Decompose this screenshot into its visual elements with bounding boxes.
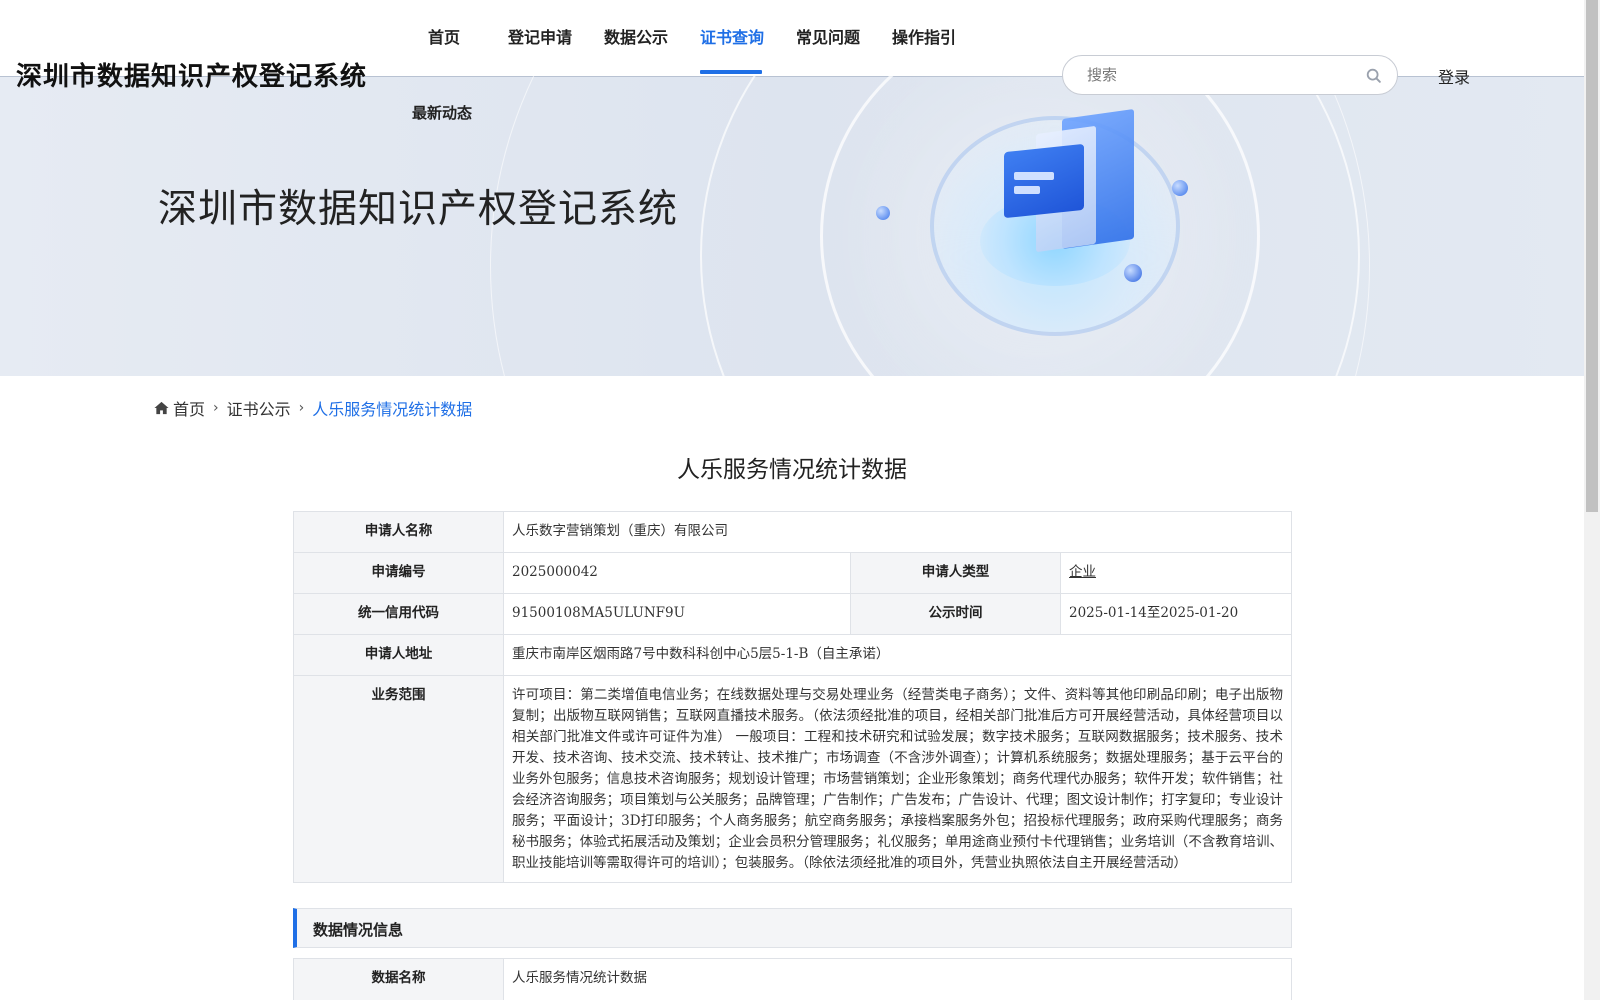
breadcrumb: 首页 › 证书公示 › 人乐服务情况统计数据 (154, 396, 472, 420)
publicity-time-label: 公示时间 (850, 593, 1061, 635)
business-scope-value: 许可项目：第二类增值电信业务；在线数据处理与交易处理业务（经营类电子商务）；文件… (503, 675, 1292, 883)
banner-title: 深圳市数据知识产权登记系统 (158, 187, 679, 232)
table-row: 统一信用代码 91500108MA5ULUNF9U 公示时间 2025-01-1… (293, 593, 1292, 635)
table-row: 申请人地址 重庆市南岸区烟雨路7号中数科科创中心5层5-1-B（自主承诺） (293, 634, 1292, 676)
applicant-address-label: 申请人地址 (293, 634, 504, 676)
table-row: 数据名称 人乐服务情况统计数据 (293, 958, 1292, 1000)
home-icon (154, 401, 169, 415)
banner-document-illustration (1004, 143, 1084, 219)
search-icon[interactable] (1365, 67, 1383, 85)
search-box (1062, 55, 1398, 95)
search-input[interactable] (1087, 64, 1347, 86)
banner-document-illustration (1014, 186, 1040, 194)
nav-item-faq[interactable]: 常见问题 (796, 24, 860, 48)
application-number-label: 申请编号 (293, 552, 504, 594)
table-row: 申请编号 2025000042 申请人类型 企业 (293, 552, 1292, 594)
section-title: 数据情况信息 (313, 921, 404, 939)
breadcrumb-home[interactable]: 首页 (173, 396, 205, 420)
chevron-right-icon: › (213, 400, 219, 416)
banner-orb-decoration (1172, 180, 1188, 196)
nav-item-guide[interactable]: 操作指引 (892, 24, 956, 48)
application-number-value: 2025000042 (503, 552, 851, 594)
site-title[interactable]: 深圳市数据知识产权登记系统 (16, 56, 367, 93)
banner-orb-decoration (1124, 264, 1142, 282)
credit-code-value: 91500108MA5ULUNF9U (503, 593, 851, 635)
data-name-label: 数据名称 (293, 958, 504, 1000)
applicant-type-label: 申请人类型 (850, 552, 1061, 594)
hero-banner: 深圳市数据知识产权登记系统 (0, 76, 1584, 376)
publicity-time-value: 2025-01-14至2025-01-20 (1060, 593, 1292, 635)
data-name-value: 人乐服务情况统计数据 (503, 958, 1292, 1000)
applicant-type-link[interactable]: 企业 (1069, 564, 1096, 580)
banner-document-illustration (1014, 172, 1054, 180)
chevron-right-icon: › (298, 400, 305, 416)
applicant-type-cell: 企业 (1060, 552, 1292, 594)
nav-item-certificate-query[interactable]: 证书查询 (700, 24, 764, 48)
breadcrumb-current: 人乐服务情况统计数据 (312, 400, 473, 419)
applicant-name-label: 申请人名称 (293, 511, 504, 553)
applicant-name-value: 人乐数字营销策划（重庆）有限公司 (503, 511, 1292, 553)
login-link[interactable]: 登录 (1438, 64, 1470, 88)
data-info-table: 数据名称 人乐服务情况统计数据 (293, 958, 1292, 1000)
applicant-info-table: 申请人名称 人乐数字营销策划（重庆）有限公司 申请编号 2025000042 申… (293, 511, 1292, 883)
nav-item-latest-news[interactable]: 最新动态 (412, 102, 472, 123)
nav-active-indicator (700, 70, 762, 74)
breadcrumb-certificate-publicity[interactable]: 证书公示 (227, 396, 291, 420)
page-scrollbar[interactable] (1584, 0, 1600, 1000)
table-row: 业务范围 许可项目：第二类增值电信业务；在线数据处理与交易处理业务（经营类电子商… (293, 675, 1292, 883)
nav-item-register-apply[interactable]: 登记申请 (508, 24, 572, 48)
data-info-section-header: 数据情况信息 (293, 908, 1292, 948)
credit-code-label: 统一信用代码 (293, 593, 504, 635)
page-title: 人乐服务情况统计数据 (677, 457, 907, 483)
business-scope-label: 业务范围 (293, 675, 504, 883)
banner-orb-decoration (876, 206, 890, 220)
table-row: 申请人名称 人乐数字营销策划（重庆）有限公司 (293, 511, 1292, 553)
nav-item-data-publicity[interactable]: 数据公示 (604, 24, 668, 48)
applicant-address-value: 重庆市南岸区烟雨路7号中数科科创中心5层5-1-B（自主承诺） (503, 634, 1292, 676)
nav-item-home[interactable]: 首页 (428, 24, 460, 48)
